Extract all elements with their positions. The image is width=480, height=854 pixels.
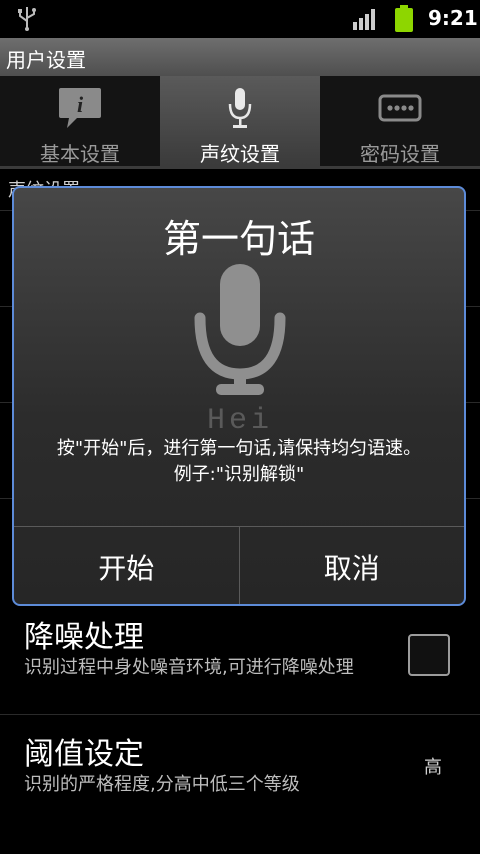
tab-voiceprint-settings[interactable]: 声纹设置 [160, 76, 320, 168]
battery-icon [394, 5, 414, 37]
usb-icon [16, 5, 38, 35]
tab-divider [0, 166, 480, 169]
dialog-message: 按"开始"后，进行第一句话,请保持均匀语速。 例子:"识别解锁" [14, 436, 464, 488]
threshold-value: 高 [424, 757, 442, 778]
noise-reduction-checkbox[interactable] [408, 634, 450, 676]
noise-reduction-title: 降噪处理 [24, 620, 144, 655]
list-item-threshold[interactable]: 阈值设定 识别的严格程度,分高中低三个等级 高 [0, 714, 480, 825]
start-button[interactable]: 开始 [14, 527, 239, 604]
list-item-noise-reduction[interactable]: 降噪处理 识别过程中身处噪音环境,可进行降噪处理 [0, 606, 480, 714]
microphone-icon: Hei [192, 262, 288, 438]
title-bar: 用户设置 [0, 38, 480, 77]
status-bar: 9:21 [0, 0, 480, 38]
clock: 9:21 [428, 6, 478, 30]
tab-password-settings[interactable]: 密码设置 [320, 76, 480, 168]
threshold-title: 阈值设定 [24, 737, 144, 772]
tab-password-settings-label: 密码设置 [360, 142, 440, 166]
tab-voiceprint-settings-label: 声纹设置 [200, 142, 280, 166]
dialog-message-line1: 按"开始"后，进行第一句话,请保持均匀语速。 [56, 438, 422, 459]
voice-record-dialog: 第一句话 Hei 按"开始"后，进行第一句话,请保持均匀语速。 例子:"识别解锁… [12, 186, 466, 606]
tab-basic-settings[interactable]: i 基本设置 [0, 76, 160, 168]
threshold-summary: 识别的严格程度,分高中低三个等级 [24, 774, 300, 795]
dialog-button-bar: 开始 取消 [14, 526, 465, 604]
dialog-message-line2: 例子:"识别解锁" [173, 464, 305, 485]
watermark-text: Hei [207, 404, 273, 432]
noise-reduction-summary: 识别过程中身处噪音环境,可进行降噪处理 [24, 657, 354, 678]
cancel-button[interactable]: 取消 [238, 527, 465, 604]
dialog-title: 第一句话 [162, 217, 315, 261]
microphone-icon [160, 86, 320, 130]
info-bubble-icon: i [0, 86, 160, 130]
page-title: 用户设置 [6, 48, 86, 72]
svg-text:i: i [77, 92, 84, 117]
signal-icon [353, 8, 379, 34]
tab-basic-settings-label: 基本设置 [40, 142, 120, 166]
password-icon [320, 86, 480, 130]
tab-bar: i 基本设置 声纹设置 密码设置 [0, 76, 480, 168]
